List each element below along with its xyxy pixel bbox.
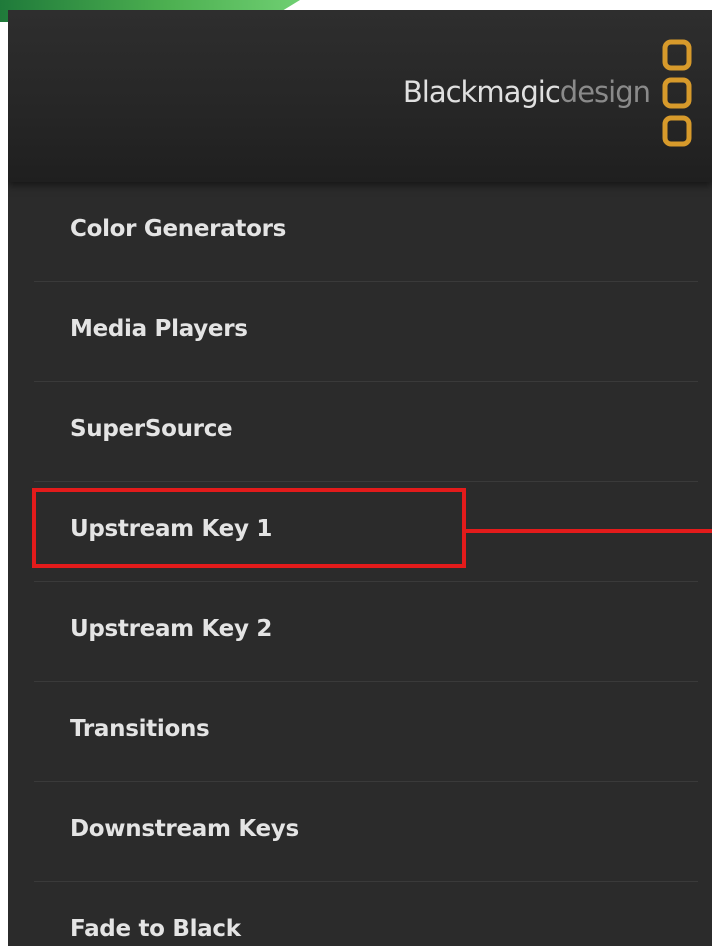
menu-item-fade-to-black[interactable]: Fade to Black <box>34 882 698 946</box>
menu-item-label: Downstream Keys <box>70 816 299 842</box>
menu-item-upstream-key-2[interactable]: Upstream Key 2 <box>34 582 698 682</box>
menu-item-label: Media Players <box>70 316 248 342</box>
brand-strong-text: Blackmagic <box>402 75 561 109</box>
menu-item-downstream-keys[interactable]: Downstream Keys <box>34 782 698 882</box>
menu-item-transitions[interactable]: Transitions <box>34 682 698 782</box>
menu-item-label: SuperSource <box>70 416 233 442</box>
annotation-callout-line <box>466 529 712 533</box>
brand-light-text: design <box>559 75 651 109</box>
menu-item-label: Transitions <box>70 716 210 742</box>
menu-item-label: Upstream Key 2 <box>70 616 273 642</box>
menu-item-supersource[interactable]: SuperSource <box>34 382 698 482</box>
blackmagic-logo-icon <box>662 39 692 147</box>
annotation-highlight-box <box>32 488 466 568</box>
menu-item-label: Color Generators <box>70 216 287 242</box>
brand-wordmark: Blackmagicdesign <box>402 75 651 109</box>
panel-header: Blackmagicdesign <box>8 10 712 182</box>
screenshot-stage: Blackmagicdesign Color Generators Media … <box>0 0 712 946</box>
menu-item-media-players[interactable]: Media Players <box>34 282 698 382</box>
menu-item-label: Fade to Black <box>70 916 241 942</box>
menu-item-color-generators[interactable]: Color Generators <box>34 182 698 282</box>
palette-panel: Blackmagicdesign Color Generators Media … <box>8 10 712 946</box>
